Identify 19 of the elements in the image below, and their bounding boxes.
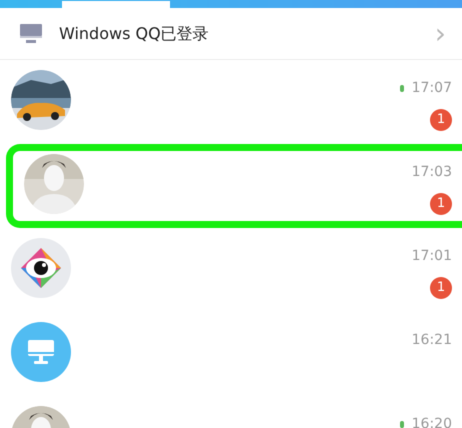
eye-logo-icon (11, 238, 71, 298)
monitor-icon (20, 24, 42, 44)
search-field[interactable] (62, 1, 170, 8)
chat-time: 17:01 (412, 247, 452, 266)
unread-badge: 1 (430, 277, 452, 299)
chat-row[interactable]: 16:21 (0, 312, 462, 396)
chat-row[interactable]: 17:07 1 (0, 60, 462, 144)
chat-time: 17:03 (412, 163, 452, 182)
device-banner[interactable]: Windows QQ已登录 › (0, 8, 462, 60)
chat-time: 17:07 (412, 79, 452, 98)
chat-row[interactable]: 17:01 1 (0, 228, 462, 312)
chevron-icon: › (434, 20, 446, 48)
unread-badge: 1 (430, 193, 452, 215)
chat-time: 16:21 (412, 331, 452, 350)
chat-time: 16:20 (412, 415, 452, 428)
chat-row[interactable]: 17:03 1 (6, 144, 462, 228)
unread-badge: 1 (430, 109, 452, 131)
chat-row[interactable]: 16:20 (0, 396, 462, 428)
device-login-label: Windows QQ已登录 (59, 22, 209, 44)
